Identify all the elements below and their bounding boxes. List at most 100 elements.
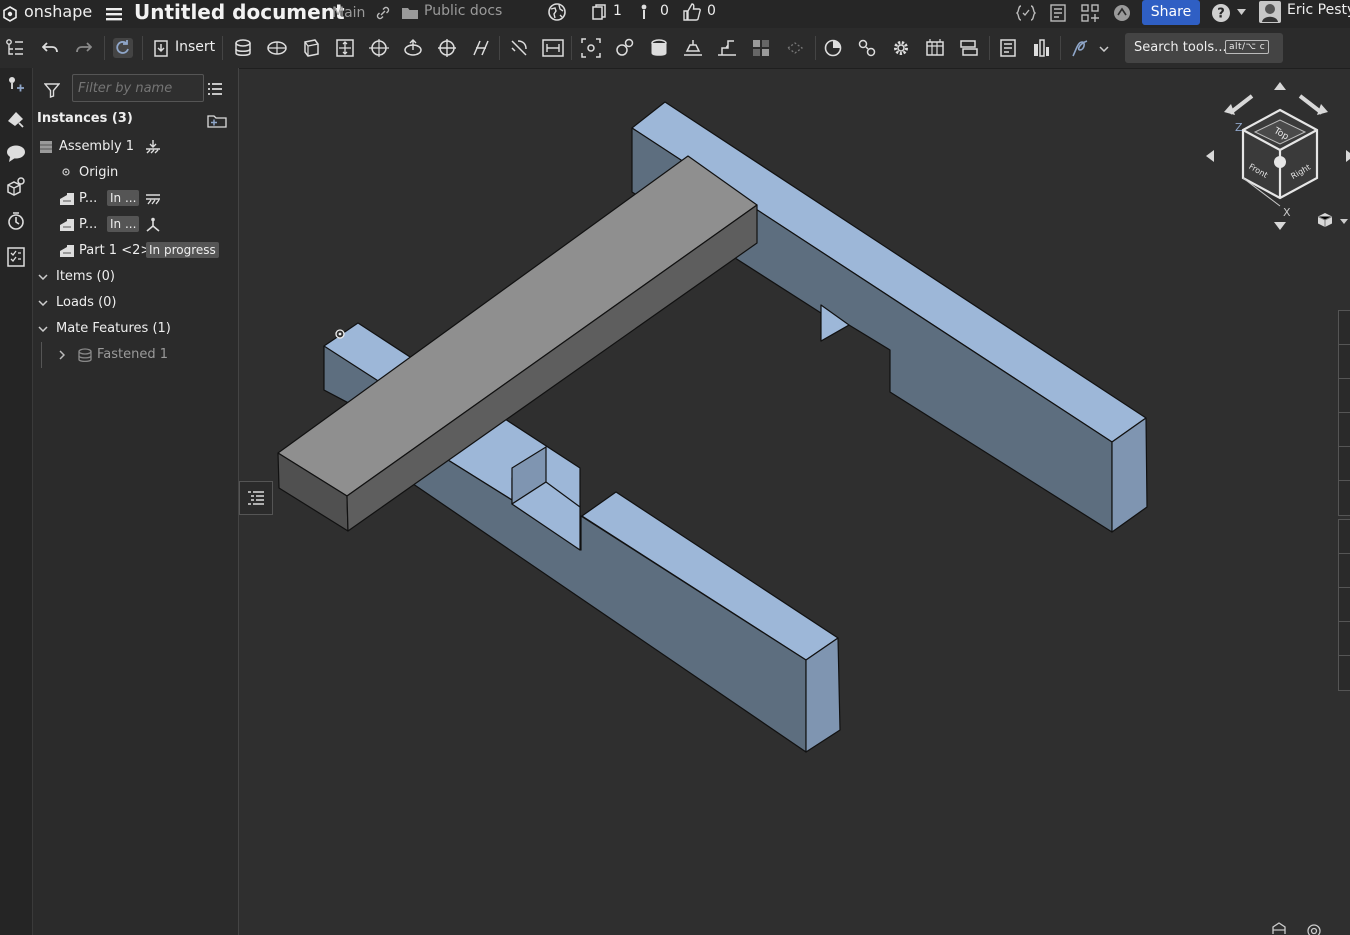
appearance-icon[interactable]	[4, 108, 28, 130]
chevron-down-icon[interactable]	[37, 324, 49, 334]
right-app-tab-1[interactable]	[1338, 519, 1350, 555]
tree-item-assembly[interactable]: Assembly 1	[33, 136, 238, 158]
measure-icon[interactable]	[1027, 34, 1055, 62]
gear-relation-icon[interactable]	[611, 34, 639, 62]
checklist-icon[interactable]	[4, 246, 28, 268]
settings-gear-icon[interactable]	[887, 34, 915, 62]
named-views-icon[interactable]	[1305, 920, 1323, 935]
animate-icon[interactable]	[1066, 34, 1094, 62]
featurescript-icon[interactable]	[1015, 3, 1037, 23]
folder-name[interactable]: Public docs	[424, 3, 502, 19]
revolute-mate-icon[interactable]	[263, 34, 291, 62]
part-instance-icon	[59, 243, 75, 259]
mate-connector-icon[interactable]	[577, 34, 605, 62]
regenerate-icon[interactable]	[109, 34, 137, 62]
mate-connector-marker[interactable]	[335, 329, 345, 339]
list-view-icon[interactable]	[205, 80, 225, 98]
animate-chevron-down-icon[interactable]	[1098, 44, 1110, 54]
user-name[interactable]: Eric Pesty	[1287, 2, 1350, 18]
history-icon[interactable]	[4, 210, 28, 232]
display-states-icon[interactable]	[955, 34, 983, 62]
undo-icon[interactable]	[36, 34, 64, 62]
onshape-logo-icon[interactable]	[2, 4, 18, 24]
planar-mate-icon[interactable]	[331, 34, 359, 62]
right-app-tab-2[interactable]	[1338, 553, 1350, 589]
insert-button[interactable]: Insert	[175, 39, 215, 55]
chevron-down-icon[interactable]	[37, 298, 49, 308]
group-icon[interactable]	[747, 34, 775, 62]
chevron-down-icon[interactable]	[37, 272, 49, 282]
tree-section-items[interactable]: Items (0)	[33, 266, 238, 288]
app-store-icon[interactable]	[1080, 3, 1100, 23]
insert-icon[interactable]	[147, 34, 175, 62]
width-mate-icon[interactable]	[539, 34, 567, 62]
document-title[interactable]: Untitled document	[134, 0, 345, 24]
model-canvas[interactable]	[239, 68, 1350, 935]
learning-center-icon[interactable]	[1112, 3, 1132, 23]
properties-icon[interactable]	[994, 34, 1022, 62]
feature-tree-toggle-icon[interactable]	[1, 34, 29, 62]
fix-ground-icon[interactable]	[145, 139, 161, 155]
section-view-icon[interactable]	[819, 34, 847, 62]
rack-pinion-icon[interactable]	[645, 34, 673, 62]
link-icon[interactable]	[375, 5, 391, 21]
panel-toggle-button[interactable]	[239, 481, 273, 515]
chevron-right-icon[interactable]	[57, 349, 67, 361]
right-panel-tab-1[interactable]	[1338, 310, 1350, 346]
linear-relation-icon[interactable]	[713, 34, 741, 62]
tree-section-mate-features[interactable]: Mate Features (1)	[33, 318, 238, 340]
bom-table-icon[interactable]	[921, 34, 949, 62]
right-panel-tab-4[interactable]	[1338, 412, 1350, 448]
toolbar-separator	[499, 36, 500, 60]
replicate-icon[interactable]	[781, 34, 809, 62]
tree-item-part-c[interactable]: Part 1 <2> In progress	[33, 240, 238, 262]
hamburger-menu-icon[interactable]	[104, 4, 124, 24]
globe-public-icon[interactable]	[547, 2, 567, 22]
insert-mate-connector-icon[interactable]	[4, 74, 28, 96]
cylindrical-mate-icon[interactable]	[365, 34, 393, 62]
comment-marker-icon[interactable]	[638, 3, 650, 21]
filter-icon[interactable]	[43, 81, 61, 99]
tangent-mate-icon[interactable]	[505, 34, 533, 62]
screw-relation-icon[interactable]	[679, 34, 707, 62]
render-mode-icon[interactable]	[1270, 920, 1288, 935]
right-panel-tab-6[interactable]	[1338, 480, 1350, 516]
tree-section-loads[interactable]: Loads (0)	[33, 292, 238, 314]
fastened-mate-icon[interactable]	[229, 34, 257, 62]
parts-list-icon[interactable]	[4, 176, 28, 198]
redo-icon[interactable]	[70, 34, 98, 62]
tree-item-part-b[interactable]: P... In ...	[33, 214, 238, 236]
right-panel-tab-3[interactable]	[1338, 378, 1350, 414]
graphics-viewport[interactable]: Top Front Right Z X	[239, 68, 1350, 935]
tree-item-origin[interactable]: Origin	[33, 162, 238, 184]
right-panel-tab-2[interactable]	[1338, 344, 1350, 380]
explode-view-icon[interactable]	[853, 34, 881, 62]
right-app-tab-3[interactable]	[1338, 587, 1350, 623]
assembly-label: Assembly 1	[59, 139, 135, 154]
tree-item-fastened[interactable]: Fastened 1	[33, 344, 238, 366]
filter-by-name-input[interactable]	[72, 74, 204, 102]
tree-item-part-a[interactable]: P... In ...	[33, 188, 238, 210]
versions-icon[interactable]	[590, 3, 608, 21]
pin-slot-mate-icon[interactable]	[399, 34, 427, 62]
right-app-tab-4[interactable]	[1338, 621, 1350, 657]
view-options-chevron-down-icon[interactable]	[1339, 217, 1349, 225]
right-app-tab-5[interactable]	[1338, 655, 1350, 691]
ball-mate-icon[interactable]	[433, 34, 461, 62]
right-panel-tab-5[interactable]	[1338, 446, 1350, 482]
help-icon[interactable]: ?	[1210, 2, 1232, 24]
part-c-status-badge: In progress	[146, 242, 219, 258]
instances-header[interactable]: Instances (3)	[33, 108, 238, 130]
comments-icon[interactable]	[4, 142, 28, 164]
search-tools-field[interactable]: Search tools... alt/⌥ c	[1125, 33, 1283, 63]
release-icon[interactable]	[1048, 3, 1068, 23]
parallel-mate-icon[interactable]	[467, 34, 495, 62]
slider-mate-icon[interactable]	[297, 34, 325, 62]
share-button[interactable]: Share	[1142, 0, 1200, 25]
view-options-cube-icon[interactable]	[1316, 211, 1334, 229]
thumbs-up-icon[interactable]	[682, 2, 702, 22]
help-chevron-down-icon[interactable]	[1236, 6, 1246, 18]
branch-name[interactable]: Main	[332, 5, 365, 21]
user-avatar[interactable]	[1259, 1, 1281, 23]
new-folder-icon[interactable]	[207, 112, 227, 128]
